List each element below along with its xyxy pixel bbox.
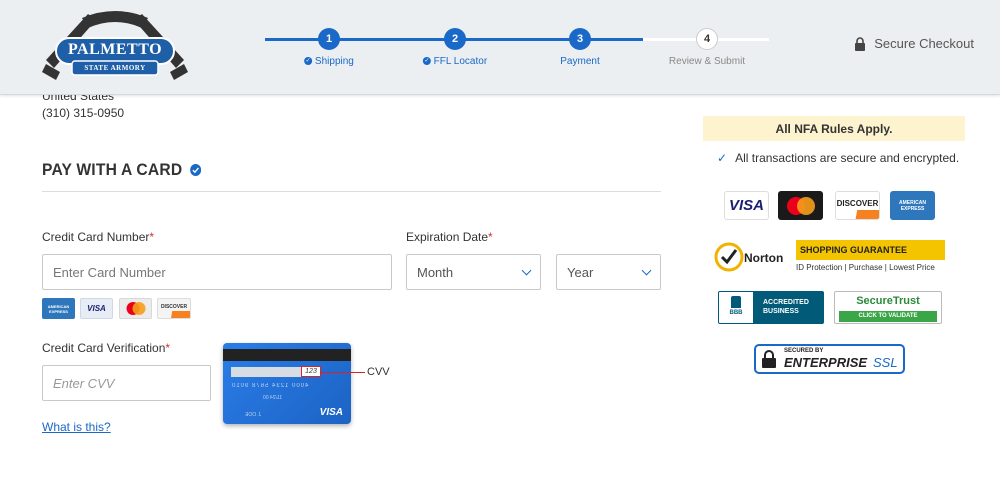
step-3-circle[interactable]: 3 — [569, 28, 591, 50]
visa-logo: VISA — [724, 191, 769, 220]
section-divider — [42, 191, 661, 192]
nfa-notice: All NFA Rules Apply. — [703, 116, 965, 141]
cvv-callout-line — [321, 372, 365, 373]
cvv-card-illustration: 123 4000 1234 5678 9010 11/24 00 J. DOE … — [223, 343, 351, 424]
discover-logo: DISCOVER — [835, 191, 880, 220]
logo-bottom-text: STATE ARMORY — [84, 64, 146, 72]
step-2-label[interactable]: ✓ FFL Locator — [422, 56, 487, 67]
card-magnetic-stripe — [223, 349, 351, 361]
cvv-callout-label: CVV — [367, 366, 390, 378]
card-signature-strip — [231, 367, 301, 377]
step-3-label[interactable]: Payment — [560, 56, 599, 67]
mastercard-logo — [778, 191, 823, 220]
bbb-accredited-seal[interactable]: BBB ACCREDITED BUSINESS — [718, 291, 824, 324]
step-4-label: Review & Submit — [668, 56, 746, 67]
card-holder-mirror: J. DOE — [245, 412, 262, 418]
expiration-date-label: Expiration Date* — [406, 230, 493, 244]
secure-note: ✓ All transactions are secure and encryp… — [717, 151, 960, 165]
expiration-year-select[interactable]: Year — [556, 254, 661, 290]
secure-checkout: Secure Checkout — [854, 36, 974, 51]
amex-logo: AMERICAN EXPRESS — [890, 191, 935, 220]
norton-check-icon — [714, 242, 744, 272]
visa-icon: VISA — [80, 298, 113, 319]
logo-top-text: PALMETTO — [67, 41, 163, 58]
pay-with-card-title: PAY WITH A CARD — [42, 160, 201, 180]
checkout-header: PALMETTO STATE ARMORY 1 2 3 4 ✓ Shipping… — [0, 0, 1000, 95]
lock-icon — [855, 36, 866, 51]
check-circle-icon: ✓ — [422, 57, 431, 66]
address-phone: (310) 315-0950 — [42, 106, 125, 120]
card-expiry-mirror: 11/24 00 — [263, 395, 283, 401]
step-1-circle[interactable]: 1 — [318, 28, 340, 50]
mastercard-icon — [119, 298, 152, 319]
check-circle-icon: ✓ — [304, 57, 313, 66]
card-number-mirror: 4000 1234 5678 9010 — [231, 383, 309, 389]
checkmark-icon: ✓ — [717, 151, 728, 165]
chevron-down-icon — [521, 265, 532, 275]
what-is-this-link[interactable]: What is this? — [42, 420, 111, 434]
norton-seal[interactable]: Norton SHOPPING GUARANTEE ID Protection … — [714, 240, 946, 274]
cvv-code-box: 123 — [301, 366, 321, 377]
chevron-down-icon — [641, 265, 652, 275]
secure-checkout-label: Secure Checkout — [874, 36, 974, 51]
checkout-progress: 1 2 3 4 ✓ Shipping ✓ FFL Locator Payment… — [265, 28, 775, 78]
enterprise-ssl-seal[interactable]: SECURED BY ENTERPRISE SSL — [754, 344, 905, 374]
card-number-label: Credit Card Number* — [42, 230, 155, 244]
palmetto-logo[interactable]: PALMETTO STATE ARMORY — [42, 8, 188, 84]
discover-icon: DISCOVER — [157, 298, 191, 319]
card-number-input[interactable]: Enter Card Number — [42, 254, 392, 290]
step-2-circle[interactable]: 2 — [444, 28, 466, 50]
verified-check-icon — [189, 164, 201, 176]
amex-icon: AMERICAN EXPRESS — [42, 298, 75, 319]
cvv-label: Credit Card Verification* — [42, 341, 171, 355]
expiration-month-select[interactable]: Month — [406, 254, 541, 290]
cvv-input[interactable]: Enter CVV — [42, 365, 211, 401]
securetrust-seal[interactable]: SecureTrust CLICK TO VALIDATE — [834, 291, 942, 324]
padlock-icon — [762, 350, 776, 368]
step-4-circle: 4 — [696, 28, 718, 50]
card-brand: VISA — [319, 407, 343, 418]
step-1-label[interactable]: ✓ Shipping — [304, 56, 354, 67]
